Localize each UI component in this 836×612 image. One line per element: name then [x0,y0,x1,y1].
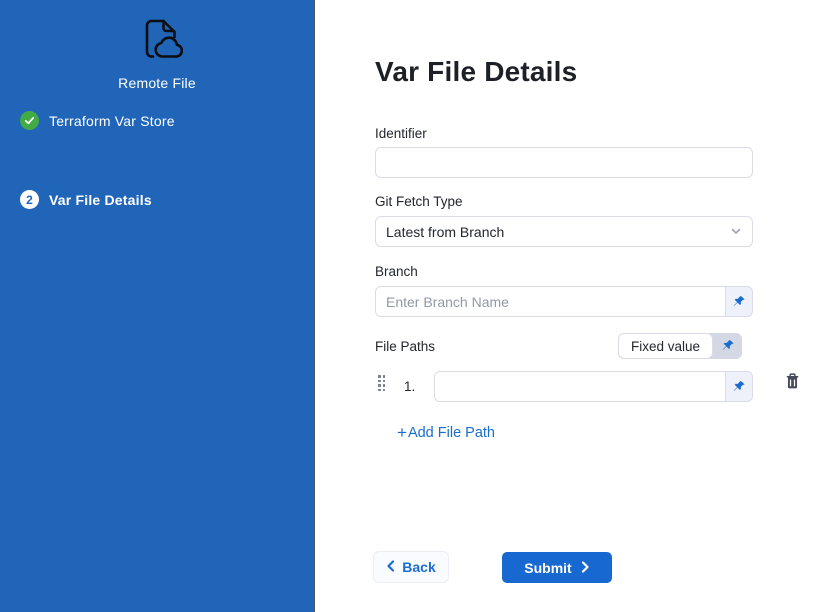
branch-label: Branch [375,264,418,279]
file-path-input[interactable] [435,372,726,401]
sidebar-step-terraform-var-store[interactable]: Terraform Var Store [20,111,175,130]
pushpin-icon[interactable] [713,333,742,359]
drag-handle-icon[interactable] [378,375,385,391]
branch-input-group [375,286,753,317]
check-icon [20,111,39,130]
back-button[interactable]: Back [373,551,449,583]
pushpin-icon[interactable] [726,372,752,401]
git-fetch-type-value: Latest from Branch [386,224,504,240]
git-fetch-type-select[interactable]: Latest from Branch [375,216,753,247]
add-file-path-button[interactable]: + Add File Path [397,424,495,441]
trash-icon [784,372,801,393]
remote-file-cloud-icon [131,13,183,70]
submit-button-label: Submit [524,560,571,576]
branch-input[interactable] [376,287,726,316]
sidebar-step-var-file-details[interactable]: 2 Var File Details [20,190,152,209]
file-paths-label: File Paths [375,339,435,354]
plus-icon: + [397,424,407,441]
file-paths-type-selector: Fixed value [618,333,742,359]
git-fetch-type-label: Git Fetch Type [375,194,463,209]
store-brand: Remote File [0,13,314,91]
store-type-label: Remote File [118,75,196,91]
step-number-badge: 2 [20,190,39,209]
var-file-details-screen: Remote File Terraform Var Store 2 Var Fi… [0,0,836,612]
file-path-input-group [434,371,753,402]
file-path-row-index: 1. [404,379,415,394]
add-file-path-label: Add File Path [408,425,495,441]
pushpin-icon[interactable] [726,287,752,316]
chevron-down-icon [730,224,742,240]
step-label: Var File Details [49,192,152,208]
identifier-label: Identifier [375,126,427,141]
submit-button[interactable]: Submit [502,552,612,583]
page-title: Var File Details [375,56,577,88]
identifier-input[interactable] [375,147,753,178]
fixed-value-button[interactable]: Fixed value [618,333,713,359]
wizard-sidebar: Remote File Terraform Var Store 2 Var Fi… [0,0,315,612]
chevron-right-icon [581,560,590,576]
back-button-label: Back [402,559,435,575]
delete-file-path-button[interactable] [782,372,802,392]
step-label: Terraform Var Store [49,113,175,129]
chevron-left-icon [386,559,395,575]
